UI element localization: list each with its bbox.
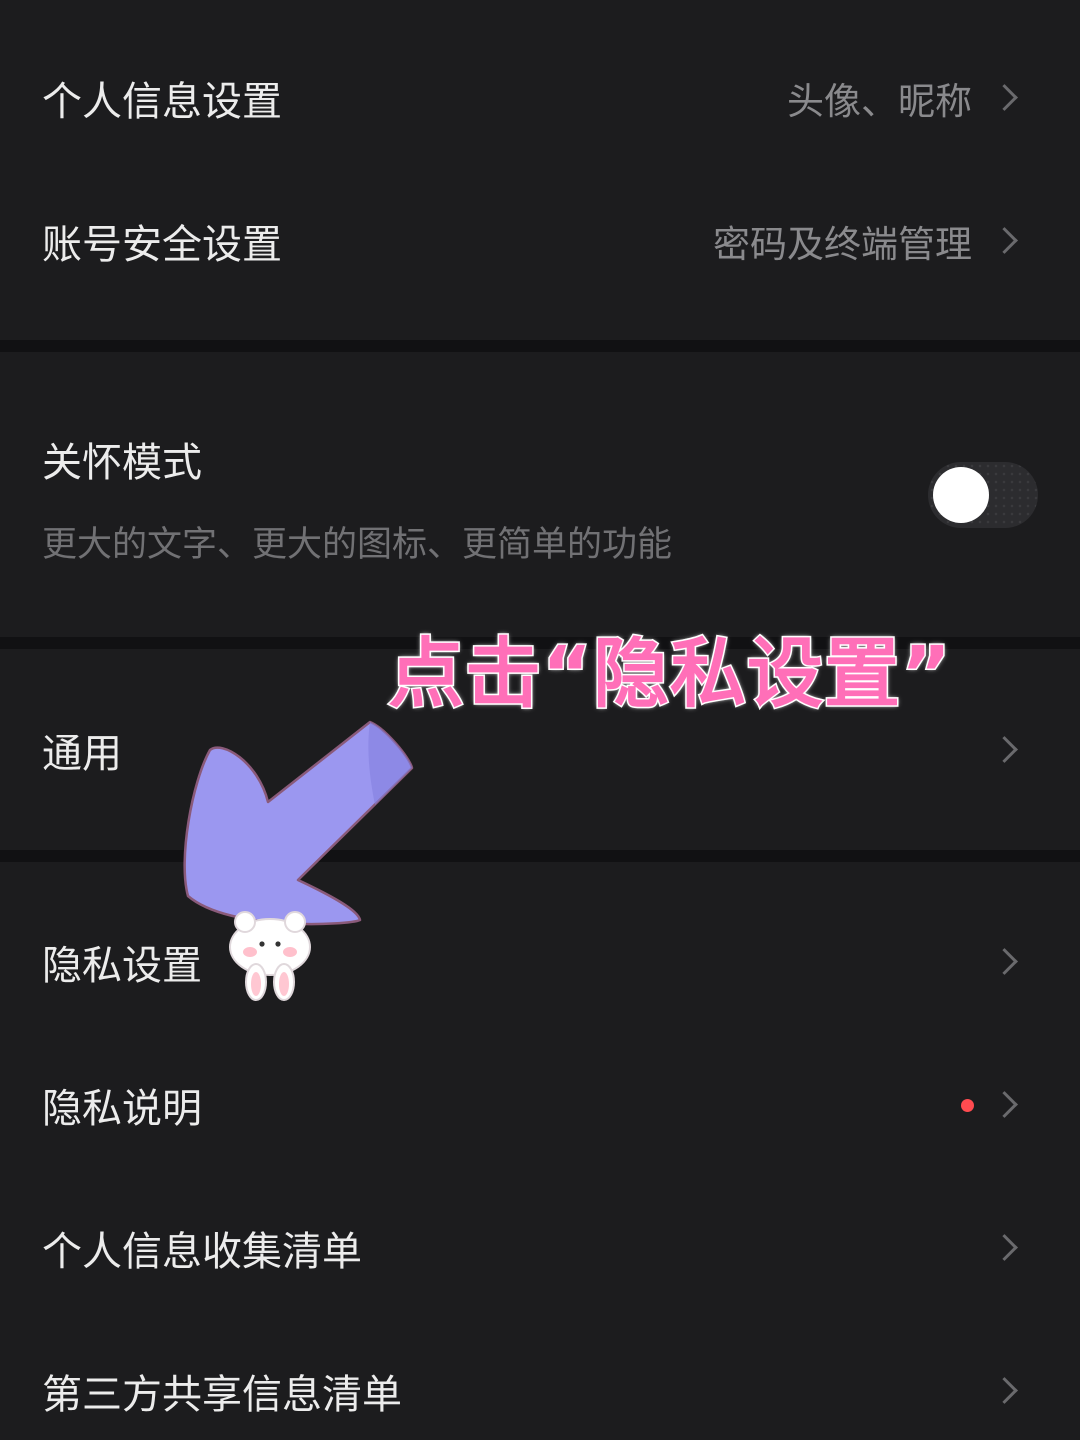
- settings-screen: 个人信息设置 头像、昵称 账号安全设置 密码及终端管理 关怀模式 更大的文字、更…: [0, 0, 1080, 1440]
- chevron-right-icon: [991, 736, 1018, 763]
- account-security-settings-value: 密码及终端管理: [713, 223, 972, 266]
- bunny-icon: [229, 911, 311, 1001]
- chevron-right-icon: [991, 84, 1018, 111]
- chevron-right-icon: [991, 1234, 1018, 1261]
- third-party-sharing-list-label: 第三方共享信息清单: [42, 1372, 402, 1418]
- pointing-arrow-sticker: [183, 720, 414, 1001]
- personal-info-settings-value: 头像、昵称: [787, 80, 972, 123]
- account-security-settings-label: 账号安全设置: [42, 222, 282, 268]
- section-divider: [0, 340, 1080, 352]
- section-divider: [0, 850, 1080, 862]
- personal-info-collection-list-row[interactable]: 个人信息收集清单: [0, 1177, 1080, 1319]
- care-mode-description: 更大的文字、更大的图标、更简单的功能: [42, 525, 673, 565]
- third-party-sharing-list-row[interactable]: 第三方共享信息清单: [0, 1320, 1080, 1440]
- care-mode-toggle[interactable]: [928, 462, 1038, 528]
- general-label: 通用: [42, 731, 122, 777]
- care-mode-label: 关怀模式: [42, 440, 202, 486]
- personal-info-settings-row[interactable]: 个人信息设置 头像、昵称: [0, 27, 1080, 169]
- privacy-settings-row[interactable]: 隐私设置: [0, 891, 1080, 1033]
- account-security-settings-row[interactable]: 账号安全设置 密码及终端管理: [0, 170, 1080, 312]
- chevron-right-icon: [991, 227, 1018, 254]
- privacy-statement-label: 隐私说明: [42, 1086, 202, 1132]
- personal-info-settings-label: 个人信息设置: [42, 79, 282, 125]
- new-badge-dot: [961, 1099, 974, 1112]
- chevron-right-icon: [991, 1091, 1018, 1118]
- annotation-text: 点击“隐私设置”: [387, 628, 953, 720]
- toggle-knob: [933, 467, 989, 523]
- personal-info-collection-list-label: 个人信息收集清单: [42, 1229, 362, 1275]
- chevron-right-icon: [991, 948, 1018, 975]
- privacy-statement-row[interactable]: 隐私说明: [0, 1034, 1080, 1176]
- chevron-right-icon: [991, 1377, 1018, 1404]
